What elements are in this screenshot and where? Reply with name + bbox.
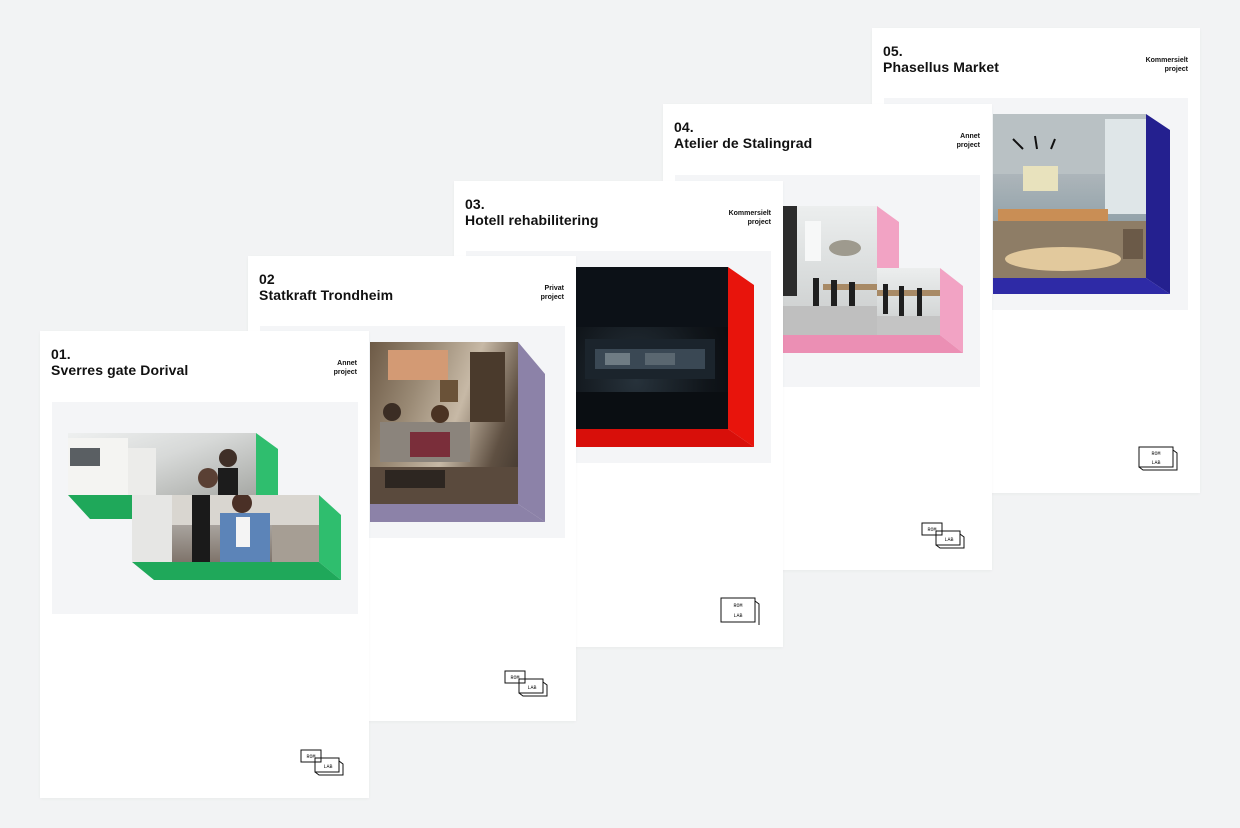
project-photo <box>993 114 1146 278</box>
project-title: Hotell rehabilitering <box>465 212 599 228</box>
project-category: Kommersielt project <box>729 210 771 227</box>
project-photo-2 <box>132 495 319 562</box>
category-line-1: Kommersielt <box>728 210 771 217</box>
project-category: Annet project <box>957 133 980 150</box>
category-line-1: Annet <box>960 133 980 140</box>
project-title: Atelier de Stalingrad <box>674 135 813 151</box>
svg-text:ROM: ROM <box>510 675 519 681</box>
dining-scene-2 <box>877 284 940 335</box>
project-title: Sverres gate Dorival <box>51 362 189 378</box>
project-category: Annet project <box>334 360 357 377</box>
project-number: 05. <box>883 43 903 59</box>
romlab-logo: ROM LAB <box>1138 446 1178 471</box>
category-line-1: Privat <box>544 285 564 292</box>
romlab-logo: ROM LAB <box>921 522 965 549</box>
living-room-scene <box>370 350 518 504</box>
image-panel <box>52 402 358 614</box>
category-line-2: project <box>540 293 564 301</box>
category-line-2: project <box>747 218 771 226</box>
project-photo <box>783 206 877 335</box>
svg-text:ROM: ROM <box>733 603 742 609</box>
category-line-1: Annet <box>337 360 357 367</box>
project-photo <box>68 433 256 495</box>
category-line-1: Kommersielt <box>1145 57 1188 64</box>
romlab-logo: ROM LAB <box>504 670 548 697</box>
category-line-2: project <box>956 141 980 149</box>
svg-text:ROM: ROM <box>1151 451 1160 457</box>
project-photo-2 <box>877 268 940 335</box>
romlab-logo: ROM LAB <box>300 749 344 776</box>
project-number: 02 <box>259 271 275 287</box>
project-title: Statkraft Trondheim <box>259 287 394 303</box>
romlab-logo: ROM LAB <box>720 597 760 625</box>
project-number: 03. <box>465 196 485 212</box>
svg-text:LAB: LAB <box>323 764 332 770</box>
van-scene <box>68 438 238 495</box>
category-line-2: project <box>333 368 357 376</box>
dining-scene <box>783 206 877 335</box>
category-line-2: project <box>1164 65 1188 73</box>
project-photo <box>575 267 728 429</box>
project-card-01[interactable]: 01. Sverres gate Dorival Annet project R… <box>40 331 369 798</box>
project-category: Kommersielt project <box>1146 57 1188 74</box>
people-scene <box>132 495 319 562</box>
svg-text:ROM: ROM <box>306 754 315 760</box>
project-category: Privat project <box>541 285 564 302</box>
project-number: 01. <box>51 346 71 362</box>
cafe-scene <box>993 114 1146 278</box>
project-photo <box>370 342 518 504</box>
svg-text:LAB: LAB <box>733 613 742 619</box>
house-night-scene <box>575 267 728 429</box>
svg-text:LAB: LAB <box>944 537 953 543</box>
svg-text:LAB: LAB <box>527 685 536 691</box>
project-title: Phasellus Market <box>883 59 999 75</box>
project-number: 04. <box>674 119 694 135</box>
svg-text:ROM: ROM <box>927 527 936 533</box>
svg-text:LAB: LAB <box>1151 460 1160 466</box>
